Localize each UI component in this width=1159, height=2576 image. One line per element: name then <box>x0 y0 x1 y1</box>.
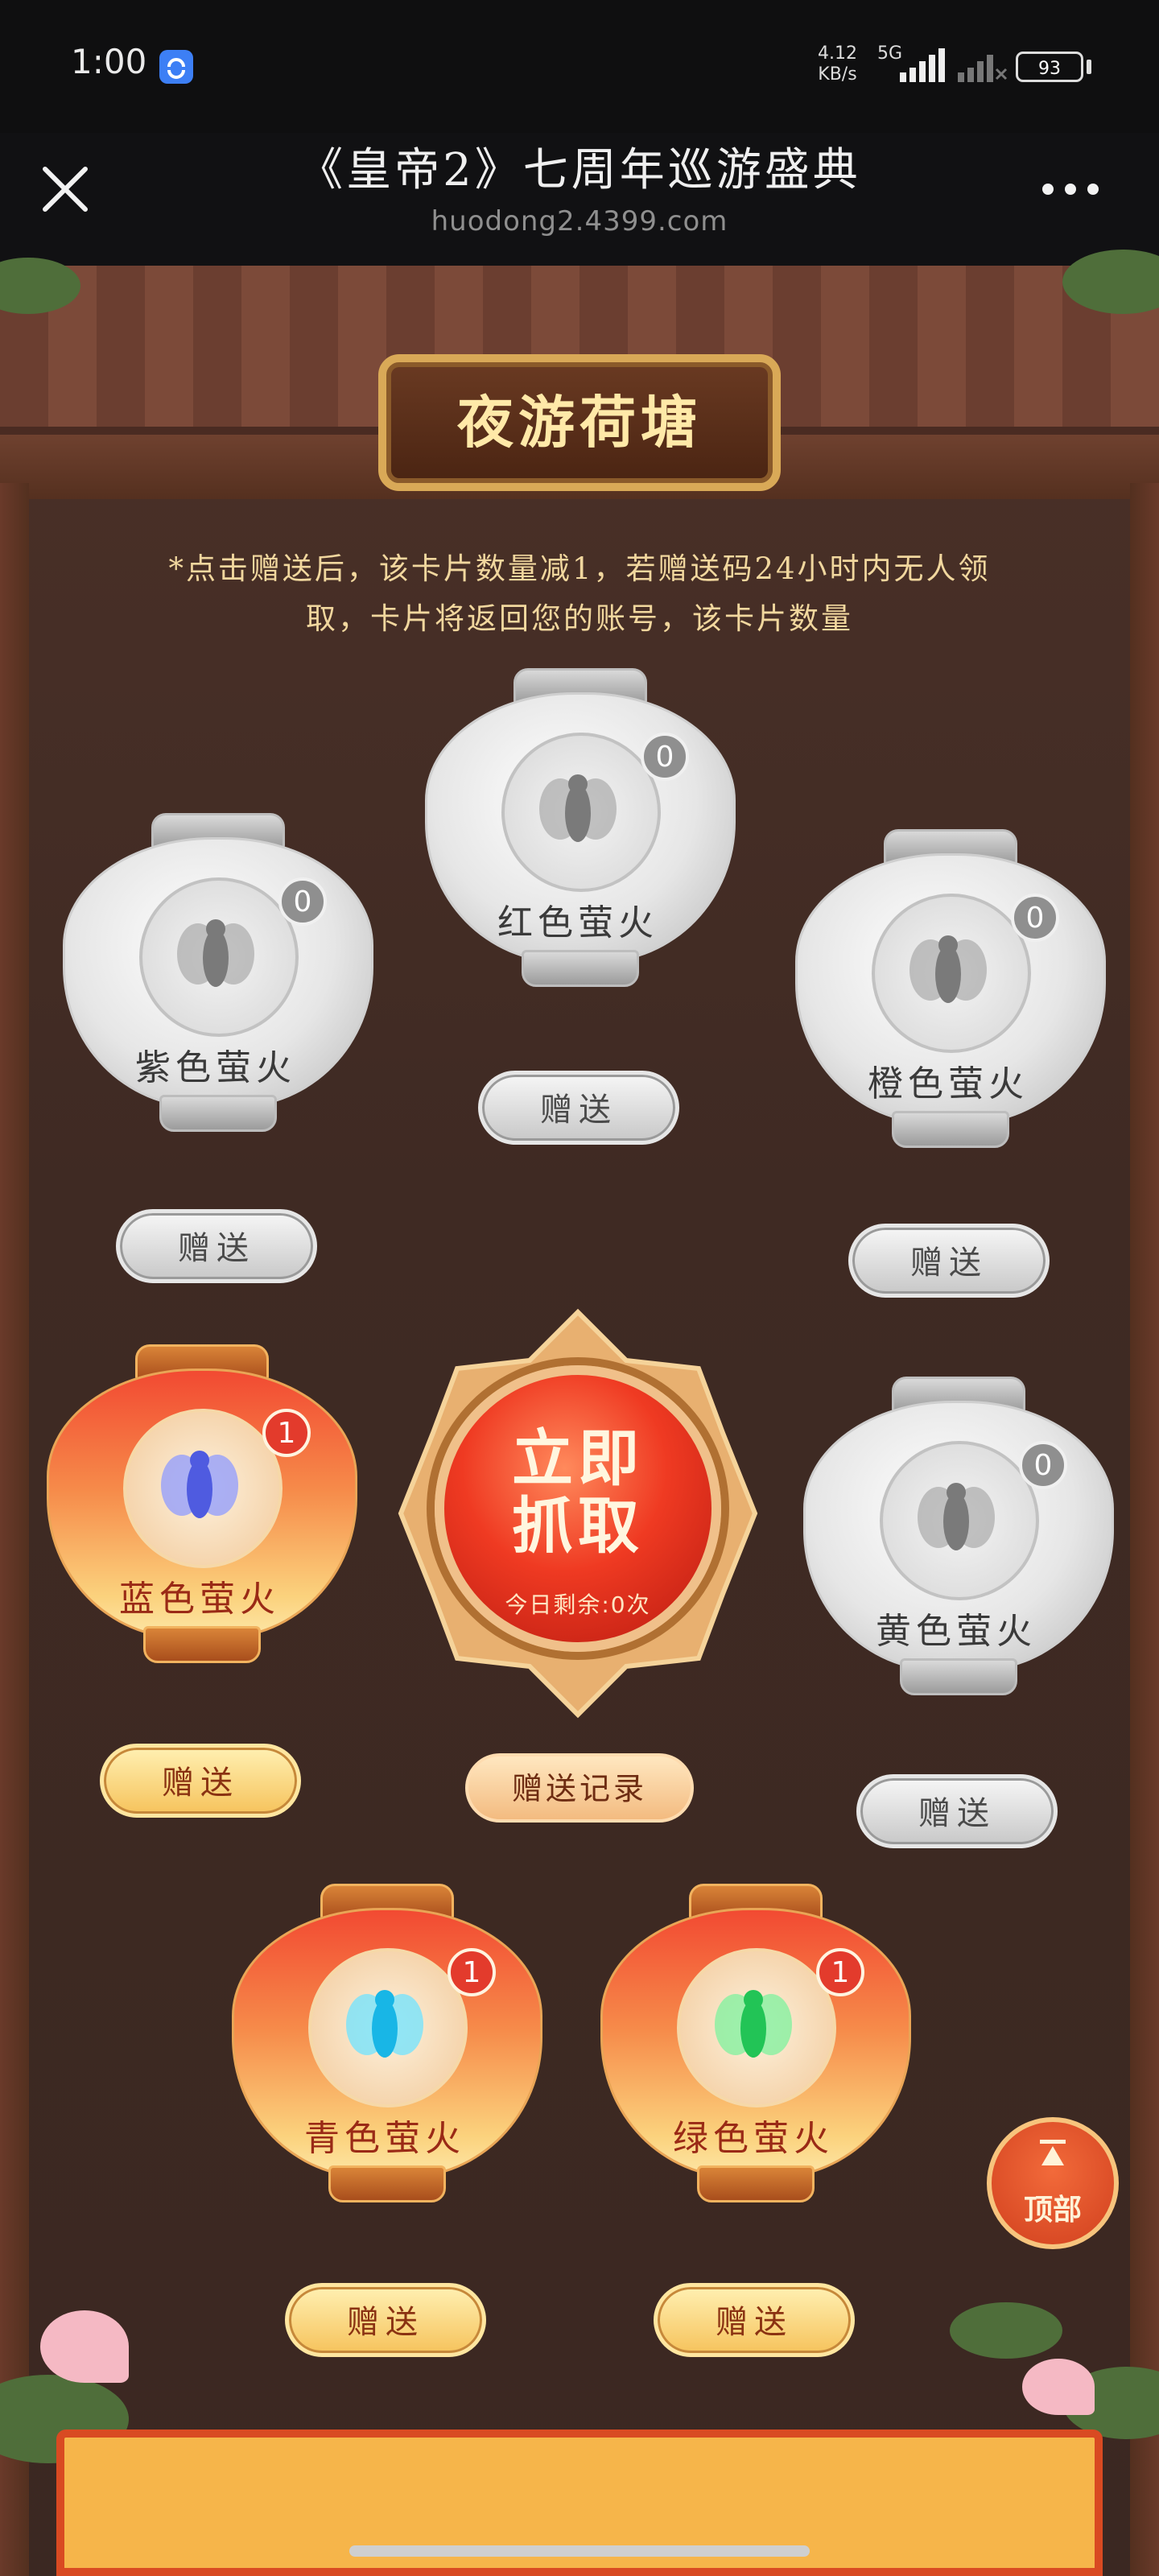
lantern-cap <box>900 1658 1017 1695</box>
give-button-red[interactable]: 赠送 <box>478 1071 679 1145</box>
lantern-orange-firefly: 0 橙色萤火 <box>795 829 1106 1167</box>
count-badge: 1 <box>816 1948 864 1996</box>
firefly-icon <box>177 919 254 987</box>
lantern-name: 青色萤火 <box>304 2118 465 2159</box>
gift-notice: *点击赠送后，该卡片数量减1，若赠送码24小时内无人领取，卡片将返回您的账号，该… <box>168 551 991 636</box>
give-button-blue[interactable]: 赠送 <box>100 1744 301 1818</box>
lantern-cap <box>159 1095 277 1132</box>
count-badge: 0 <box>1019 1441 1067 1489</box>
lantern-name: 蓝色萤火 <box>119 1579 280 1620</box>
lantern-name: 橙色萤火 <box>868 1063 1029 1104</box>
firefly-icon <box>918 1483 995 1550</box>
lantern-cap <box>892 1111 1009 1148</box>
firefly-icon <box>346 1990 423 2058</box>
notification-app-icon <box>159 50 193 84</box>
gift-record-button[interactable]: 赠送记录 <box>465 1753 694 1823</box>
signal-icon <box>900 48 1008 82</box>
give-button-purple[interactable]: 赠送 <box>116 1209 317 1283</box>
firefly-icon <box>161 1451 238 1518</box>
grab-label-line2: 抓取 <box>512 1490 644 1562</box>
firefly-icon <box>909 935 987 1003</box>
lotus-flower-decoration <box>40 2310 129 2383</box>
lantern-cap <box>143 1626 261 1663</box>
count-badge: 0 <box>278 877 327 926</box>
network-speed-unit: KB/s <box>818 64 857 85</box>
count-badge: 1 <box>262 1409 311 1457</box>
lantern-cap <box>697 2165 815 2202</box>
count-badge: 1 <box>448 1948 496 1996</box>
grab-label-line1: 立即 <box>512 1422 644 1494</box>
lantern-cap <box>328 2165 446 2202</box>
remaining-count: 今日剩余:0次 <box>505 1591 651 1618</box>
back-to-top-button[interactable] <box>987 2117 1119 2249</box>
lantern-name: 红色萤火 <box>497 902 658 943</box>
lantern-name: 绿色萤火 <box>673 2118 834 2159</box>
give-button-orange[interactable]: 赠送 <box>848 1224 1050 1298</box>
lantern-blue-firefly: 1 蓝色萤火 <box>47 1344 357 1682</box>
lantern-red-firefly: 0 红色萤火 <box>425 668 736 1006</box>
count-badge: 0 <box>1011 894 1059 942</box>
page-title: 《皇帝2》七周年巡游盛典 <box>298 144 861 196</box>
firefly-icon <box>539 774 617 842</box>
lantern-name: 黄色萤火 <box>876 1611 1037 1652</box>
give-button-yellow[interactable]: 赠送 <box>856 1774 1058 1848</box>
page-url: huodong2.4399.com <box>431 205 728 237</box>
lantern-yellow-firefly: 0 黄色萤火 <box>803 1377 1114 1715</box>
battery-icon: 93 <box>1016 52 1083 82</box>
lantern-cyan-firefly: 1 青色萤火 <box>232 1884 542 2222</box>
count-badge: 0 <box>641 733 689 781</box>
lantern-cap <box>522 950 639 987</box>
network-speed: 4.12 KB/s <box>818 43 857 85</box>
network-speed-value: 4.12 <box>818 43 857 64</box>
section-title: 夜游荷塘 <box>457 389 702 456</box>
more-icon[interactable] <box>1038 179 1103 200</box>
title-plaque: 夜游荷塘 <box>378 354 781 491</box>
lotus-flower-decoration <box>1022 2359 1095 2415</box>
home-indicator[interactable] <box>349 2545 810 2557</box>
right-pillar-decoration <box>1130 483 1159 2576</box>
lantern-purple-firefly: 0 紫色萤火 <box>63 813 373 1151</box>
give-button-cyan[interactable]: 赠送 <box>285 2283 486 2357</box>
back-to-top-label[interactable]: 顶部 <box>987 2186 1119 2228</box>
firefly-icon <box>715 1990 792 2058</box>
battery-cap <box>1087 60 1091 74</box>
lotus-leaf-decoration <box>950 2302 1062 2359</box>
lantern-name: 紫色萤火 <box>135 1047 296 1088</box>
arrow-up-icon <box>1040 2140 1066 2165</box>
left-pillar-decoration <box>0 483 29 2576</box>
grab-button-label[interactable]: 立即 抓取 <box>435 1425 721 1560</box>
lantern-green-firefly: 1 绿色萤火 <box>600 1884 911 2222</box>
give-button-green[interactable]: 赠送 <box>654 2283 855 2357</box>
status-time: 1:00 <box>71 42 147 81</box>
